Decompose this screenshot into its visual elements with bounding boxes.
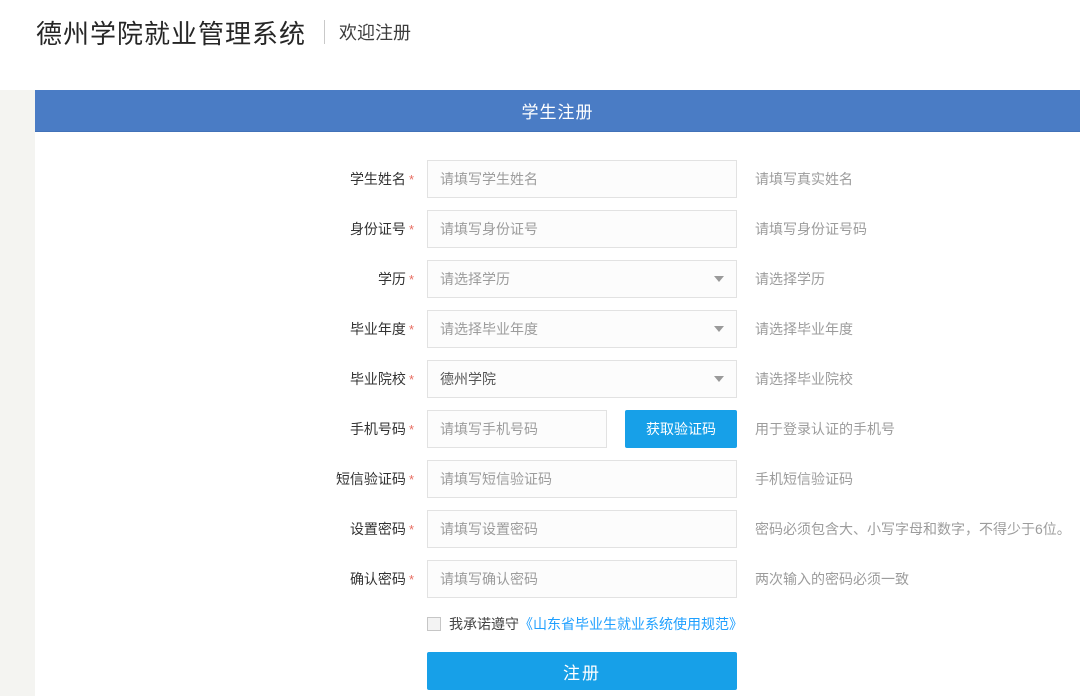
id-number-input[interactable] [427,210,737,248]
field-hint: 请填写身份证号码 [755,219,867,239]
confirm-password-input[interactable] [427,560,737,598]
field-label: 毕业院校* [35,369,427,389]
field-label: 学生姓名* [35,169,427,189]
form-row-password: 设置密码* 密码必须包含大、小写字母和数字，不得少于6位。 [35,510,1080,548]
field-hint: 两次输入的密码必须一致 [755,569,909,589]
form-row-sms-code: 短信验证码* 手机短信验证码 [35,460,1080,498]
education-select[interactable]: 请选择学历 [427,260,737,298]
page-header: 德州学院就业管理系统 欢迎注册 [0,0,1080,90]
required-asterisk: * [409,422,414,437]
graduation-school-select[interactable]: 德州学院 [427,360,737,398]
get-sms-code-button[interactable]: 获取验证码 [625,410,737,448]
password-input[interactable] [427,510,737,548]
field-label: 确认密码* [35,569,427,589]
field-label: 设置密码* [35,519,427,539]
required-asterisk: * [409,322,414,337]
field-hint: 手机短信验证码 [755,469,853,489]
welcome-subtitle: 欢迎注册 [339,19,411,45]
chevron-down-icon [714,376,724,382]
form-row-student-name: 学生姓名* 请填写真实姓名 [35,160,1080,198]
required-asterisk: * [409,222,414,237]
form-row-education: 学历* 请选择学历 请选择学历 [35,260,1080,298]
field-hint: 请选择毕业院校 [755,369,853,389]
form-row-id-number: 身份证号* 请填写身份证号码 [35,210,1080,248]
panel-title: 学生注册 [522,98,594,123]
agreement-row: 我承诺遵守 《山东省毕业生就业系统使用规范》 [427,615,1080,633]
field-hint: 请选择毕业年度 [755,319,853,339]
registration-panel: 学生注册 学生姓名* 请填写真实姓名 身份证号* 请填写 [35,90,1080,696]
field-label: 身份证号* [35,219,427,239]
student-name-input[interactable] [427,160,737,198]
graduation-year-select[interactable]: 请选择毕业年度 [427,310,737,348]
agreement-checkbox[interactable] [427,617,441,631]
sms-code-input[interactable] [427,460,737,498]
panel-header: 学生注册 [35,90,1080,132]
form-row-phone: 手机号码* 获取验证码 用于登录认证的手机号 [35,410,1080,448]
chevron-down-icon [714,276,724,282]
site-title: 德州学院就业管理系统 [36,14,306,51]
main-area: 学生注册 学生姓名* 请填写真实姓名 身份证号* 请填写 [0,90,1080,696]
field-label: 短信验证码* [35,469,427,489]
required-asterisk: * [409,522,414,537]
page: 德州学院就业管理系统 欢迎注册 学生注册 学生姓名* 请填写真实姓名 身 [0,0,1080,696]
form-row-graduation-year: 毕业年度* 请选择毕业年度 请选择毕业年度 [35,310,1080,348]
header-divider [324,20,325,44]
register-button[interactable]: 注册 [427,652,737,690]
field-hint: 用于登录认证的手机号 [755,419,895,439]
required-asterisk: * [409,272,414,287]
usage-policy-link[interactable]: 《山东省毕业生就业系统使用规范》 [519,614,743,634]
chevron-down-icon [714,326,724,332]
field-label: 毕业年度* [35,319,427,339]
field-hint: 密码必须包含大、小写字母和数字，不得少于6位。 [755,519,1071,539]
registration-form: 学生姓名* 请填写真实姓名 身份证号* 请填写身份证号码 学历* [35,132,1080,690]
required-asterisk: * [409,172,414,187]
required-asterisk: * [409,372,414,387]
field-hint: 请填写真实姓名 [755,169,853,189]
form-row-graduation-school: 毕业院校* 德州学院 请选择毕业院校 [35,360,1080,398]
required-asterisk: * [409,572,414,587]
field-hint: 请选择学历 [755,269,825,289]
field-label: 学历* [35,269,427,289]
agreement-text: 我承诺遵守 [449,614,519,634]
field-label: 手机号码* [35,419,427,439]
required-asterisk: * [409,472,414,487]
form-row-confirm-password: 确认密码* 两次输入的密码必须一致 [35,560,1080,598]
phone-input[interactable] [427,410,607,448]
